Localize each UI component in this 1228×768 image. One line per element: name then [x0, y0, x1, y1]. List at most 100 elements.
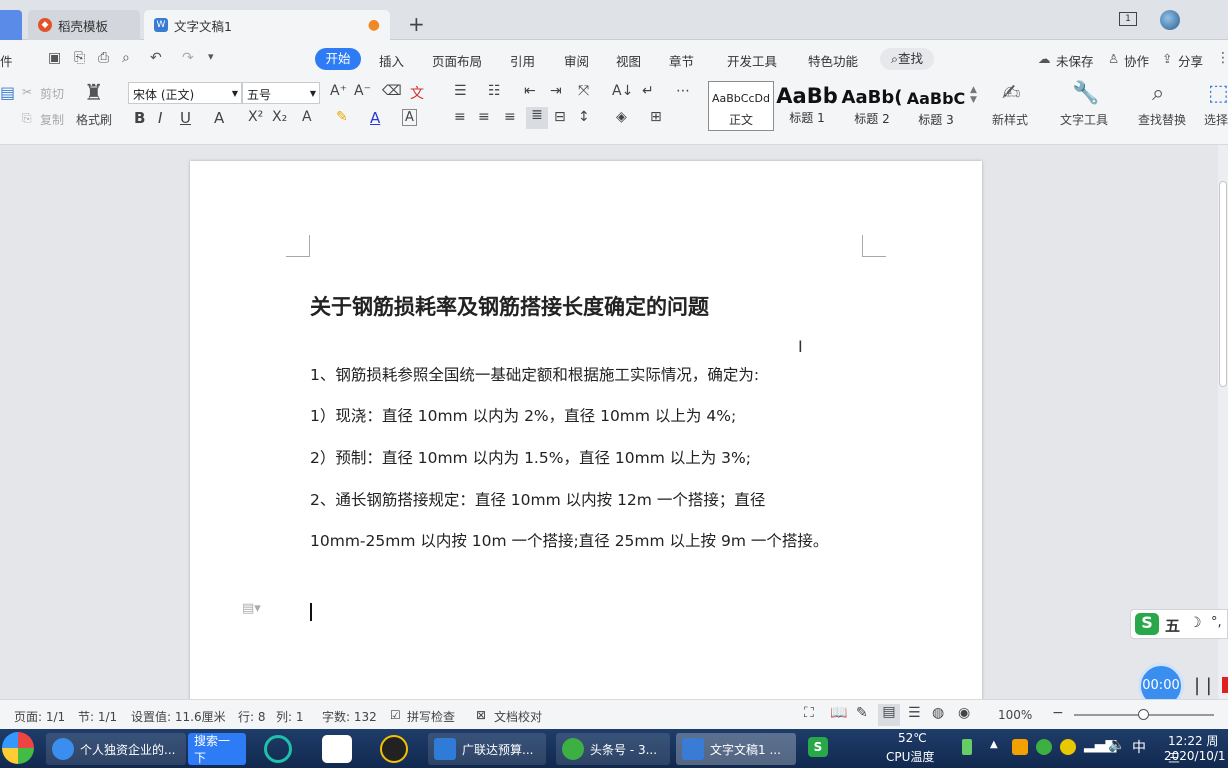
underline-icon[interactable]: U — [180, 109, 191, 127]
clock-date[interactable]: 2020/10/1 — [1164, 749, 1226, 763]
subscript-icon[interactable]: X₂ — [272, 109, 287, 125]
font-family-select[interactable]: 宋体 (正文) ▼ — [128, 82, 242, 104]
bullet-list-icon[interactable]: ☰ — [454, 83, 467, 99]
browser-icon[interactable] — [264, 735, 292, 763]
copy-icon[interactable]: ⎘ — [22, 111, 32, 126]
document-page[interactable]: 关于钢筋损耗率及钢筋搭接长度确定的问题 1、钢筋损耗参照全国统一基础定额和根据施… — [190, 161, 982, 699]
zoom-out-icon[interactable]: − — [1052, 705, 1064, 721]
format-painter-button[interactable]: 格式刷 — [76, 111, 112, 128]
unsaved-label[interactable]: 未保存 — [1056, 51, 1094, 70]
tray-green-icon[interactable] — [1036, 739, 1052, 755]
taskbar-yusuan[interactable]: 广联达预算... — [428, 733, 546, 765]
moon-icon[interactable]: ☽ — [1189, 615, 1202, 631]
shrink-font-icon[interactable]: A⁻ — [354, 83, 371, 99]
search-button[interactable]: ⌕查找 — [880, 48, 934, 70]
tab-view[interactable]: 视图 — [616, 51, 641, 70]
new-style-button[interactable]: 新样式 — [992, 111, 1028, 128]
write-mode-icon[interactable]: ✎ — [856, 705, 868, 721]
show-marks-icon[interactable]: ↵ — [642, 83, 654, 99]
border-icon[interactable]: ⊞ — [650, 109, 662, 125]
scroll-thumb[interactable] — [1219, 181, 1227, 387]
chinese-layout-icon[interactable]: ⤧ — [578, 83, 589, 99]
superscript-icon[interactable]: X² — [248, 109, 263, 125]
increase-indent-icon[interactable]: ⇥ — [550, 83, 562, 99]
paragraph[interactable]: 10mm-25mm 以内按 10m 一个搭接;直径 25mm 以上按 9m 一个… — [310, 529, 828, 551]
fullscreen-icon[interactable]: ⛶ — [804, 705, 814, 721]
sort-icon[interactable]: A↓ — [612, 83, 633, 99]
bold-icon[interactable]: B — [134, 109, 145, 127]
search-taskbar-button[interactable]: 搜索一下 — [188, 733, 246, 765]
shading-icon[interactable]: ◈ — [616, 109, 627, 125]
font-color-icon[interactable]: A — [370, 109, 380, 127]
status-setting[interactable]: 设置值: 11.6厘米 — [131, 708, 226, 725]
pause-icon[interactable]: | | — [1194, 675, 1212, 696]
italic-icon[interactable]: I — [158, 109, 162, 127]
tab-references[interactable]: 引用 — [510, 51, 535, 70]
align-right-icon[interactable]: ≡ — [504, 109, 516, 125]
text-effect-icon[interactable]: A — [302, 109, 312, 125]
tray-expand-icon[interactable]: ▲ — [990, 739, 998, 750]
collab-button[interactable]: 协作 — [1124, 51, 1149, 70]
save-icon[interactable]: ▣ — [48, 50, 61, 66]
font-size-select[interactable]: 五号 ▼ — [242, 82, 320, 104]
style-heading2[interactable]: AaBb( 标题 2 — [840, 81, 904, 131]
recording-timer[interactable]: 00:00 — [1138, 663, 1184, 699]
strikethrough-icon[interactable]: A — [214, 109, 224, 127]
eye-icon[interactable]: ◉ — [958, 705, 970, 721]
read-mode-icon[interactable]: 📖 — [830, 705, 847, 721]
tab-developer[interactable]: 开发工具 — [727, 51, 777, 70]
find-replace-button[interactable]: 查找替换 — [1138, 111, 1186, 128]
tab-insert[interactable]: 插入 — [379, 51, 404, 70]
paragraph-handle-icon[interactable]: ▤▾ — [242, 601, 261, 616]
stop-icon[interactable] — [1222, 677, 1228, 693]
pinyin-icon[interactable]: 文 — [410, 83, 424, 103]
paragraph[interactable]: 1、钢筋损耗参照全国统一基础定额和根据施工实际情况，确定为: — [310, 363, 759, 385]
select-button[interactable]: 选择 — [1204, 111, 1228, 128]
page-view-icon[interactable]: ▤ — [878, 704, 900, 726]
highlight-icon[interactable]: ✎ — [336, 109, 348, 125]
find-icon[interactable]: ⌕ — [1152, 81, 1164, 106]
style-normal[interactable]: AaBbCcDd 正文 — [708, 81, 774, 131]
file-menu[interactable]: 件 — [0, 51, 13, 70]
export-icon[interactable]: ⎘ — [74, 50, 85, 66]
punct-icon[interactable]: °, — [1211, 615, 1222, 630]
home-tab[interactable] — [0, 10, 22, 40]
redo-icon[interactable]: ↷ — [182, 50, 194, 66]
preview-icon[interactable]: ⌕ — [122, 50, 130, 66]
paste-icon[interactable]: ▤ — [0, 83, 15, 102]
status-section[interactable]: 节: 1/1 — [78, 708, 117, 725]
tab-chapter[interactable]: 章节 — [669, 51, 694, 70]
copy-button[interactable]: 复制 — [40, 111, 64, 128]
line-spacing-icon[interactable]: ↕ — [578, 109, 590, 125]
paragraph[interactable]: 2）预制：直径 10mm 以内为 1.5%，直径 10mm 以上为 3%; — [310, 446, 751, 468]
numbered-list-icon[interactable]: ☷ — [488, 83, 501, 99]
ime-mode[interactable]: 五 — [1165, 615, 1180, 636]
styles-scroll-icon[interactable]: ▲ ▼ — [970, 85, 977, 105]
ime-bar[interactable]: S 五 ☽ °, — [1130, 609, 1228, 639]
volume-icon[interactable]: 🔈 — [1108, 737, 1125, 753]
new-tab-icon[interactable]: + — [408, 12, 425, 36]
paragraph[interactable]: 1）现浇：直径 10mm 以内为 2%，直径 10mm 以上为 4%; — [310, 404, 736, 426]
style-heading3[interactable]: AaBbC 标题 3 — [904, 81, 968, 131]
align-center-icon[interactable]: ≡ — [478, 109, 490, 125]
more-icon[interactable]: ⋮ — [1216, 50, 1228, 66]
taskbar-toutiao[interactable]: 头条号 - 3... — [556, 733, 670, 765]
status-row[interactable]: 行: 8 — [238, 708, 266, 725]
proof-button[interactable]: 文档校对 — [494, 708, 542, 725]
text-tools-button[interactable]: 文字工具 — [1060, 111, 1108, 128]
document-title[interactable]: 关于钢筋损耗率及钢筋搭接长度确定的问题 — [310, 291, 709, 321]
style-heading1[interactable]: AaBb 标题 1 — [774, 81, 840, 131]
battery-icon[interactable] — [962, 739, 972, 755]
share-button[interactable]: 分享 — [1178, 51, 1203, 70]
taskbar-ie[interactable]: 个人独资企业的... — [46, 733, 186, 765]
select-icon[interactable]: ⬚ — [1208, 81, 1228, 106]
status-col[interactable]: 列: 1 — [276, 708, 304, 725]
tab-features[interactable]: 特色功能 — [808, 51, 858, 70]
zoom-handle[interactable] — [1138, 709, 1149, 720]
zoom-level[interactable]: 100% — [998, 708, 1032, 722]
new-style-icon[interactable]: ✍ — [1002, 81, 1020, 106]
justify-icon[interactable]: ≣ — [526, 107, 548, 129]
char-border-icon[interactable]: A — [402, 109, 417, 126]
cut-icon[interactable]: ✂ — [22, 85, 32, 99]
tab-start[interactable]: 开始 — [315, 48, 361, 70]
